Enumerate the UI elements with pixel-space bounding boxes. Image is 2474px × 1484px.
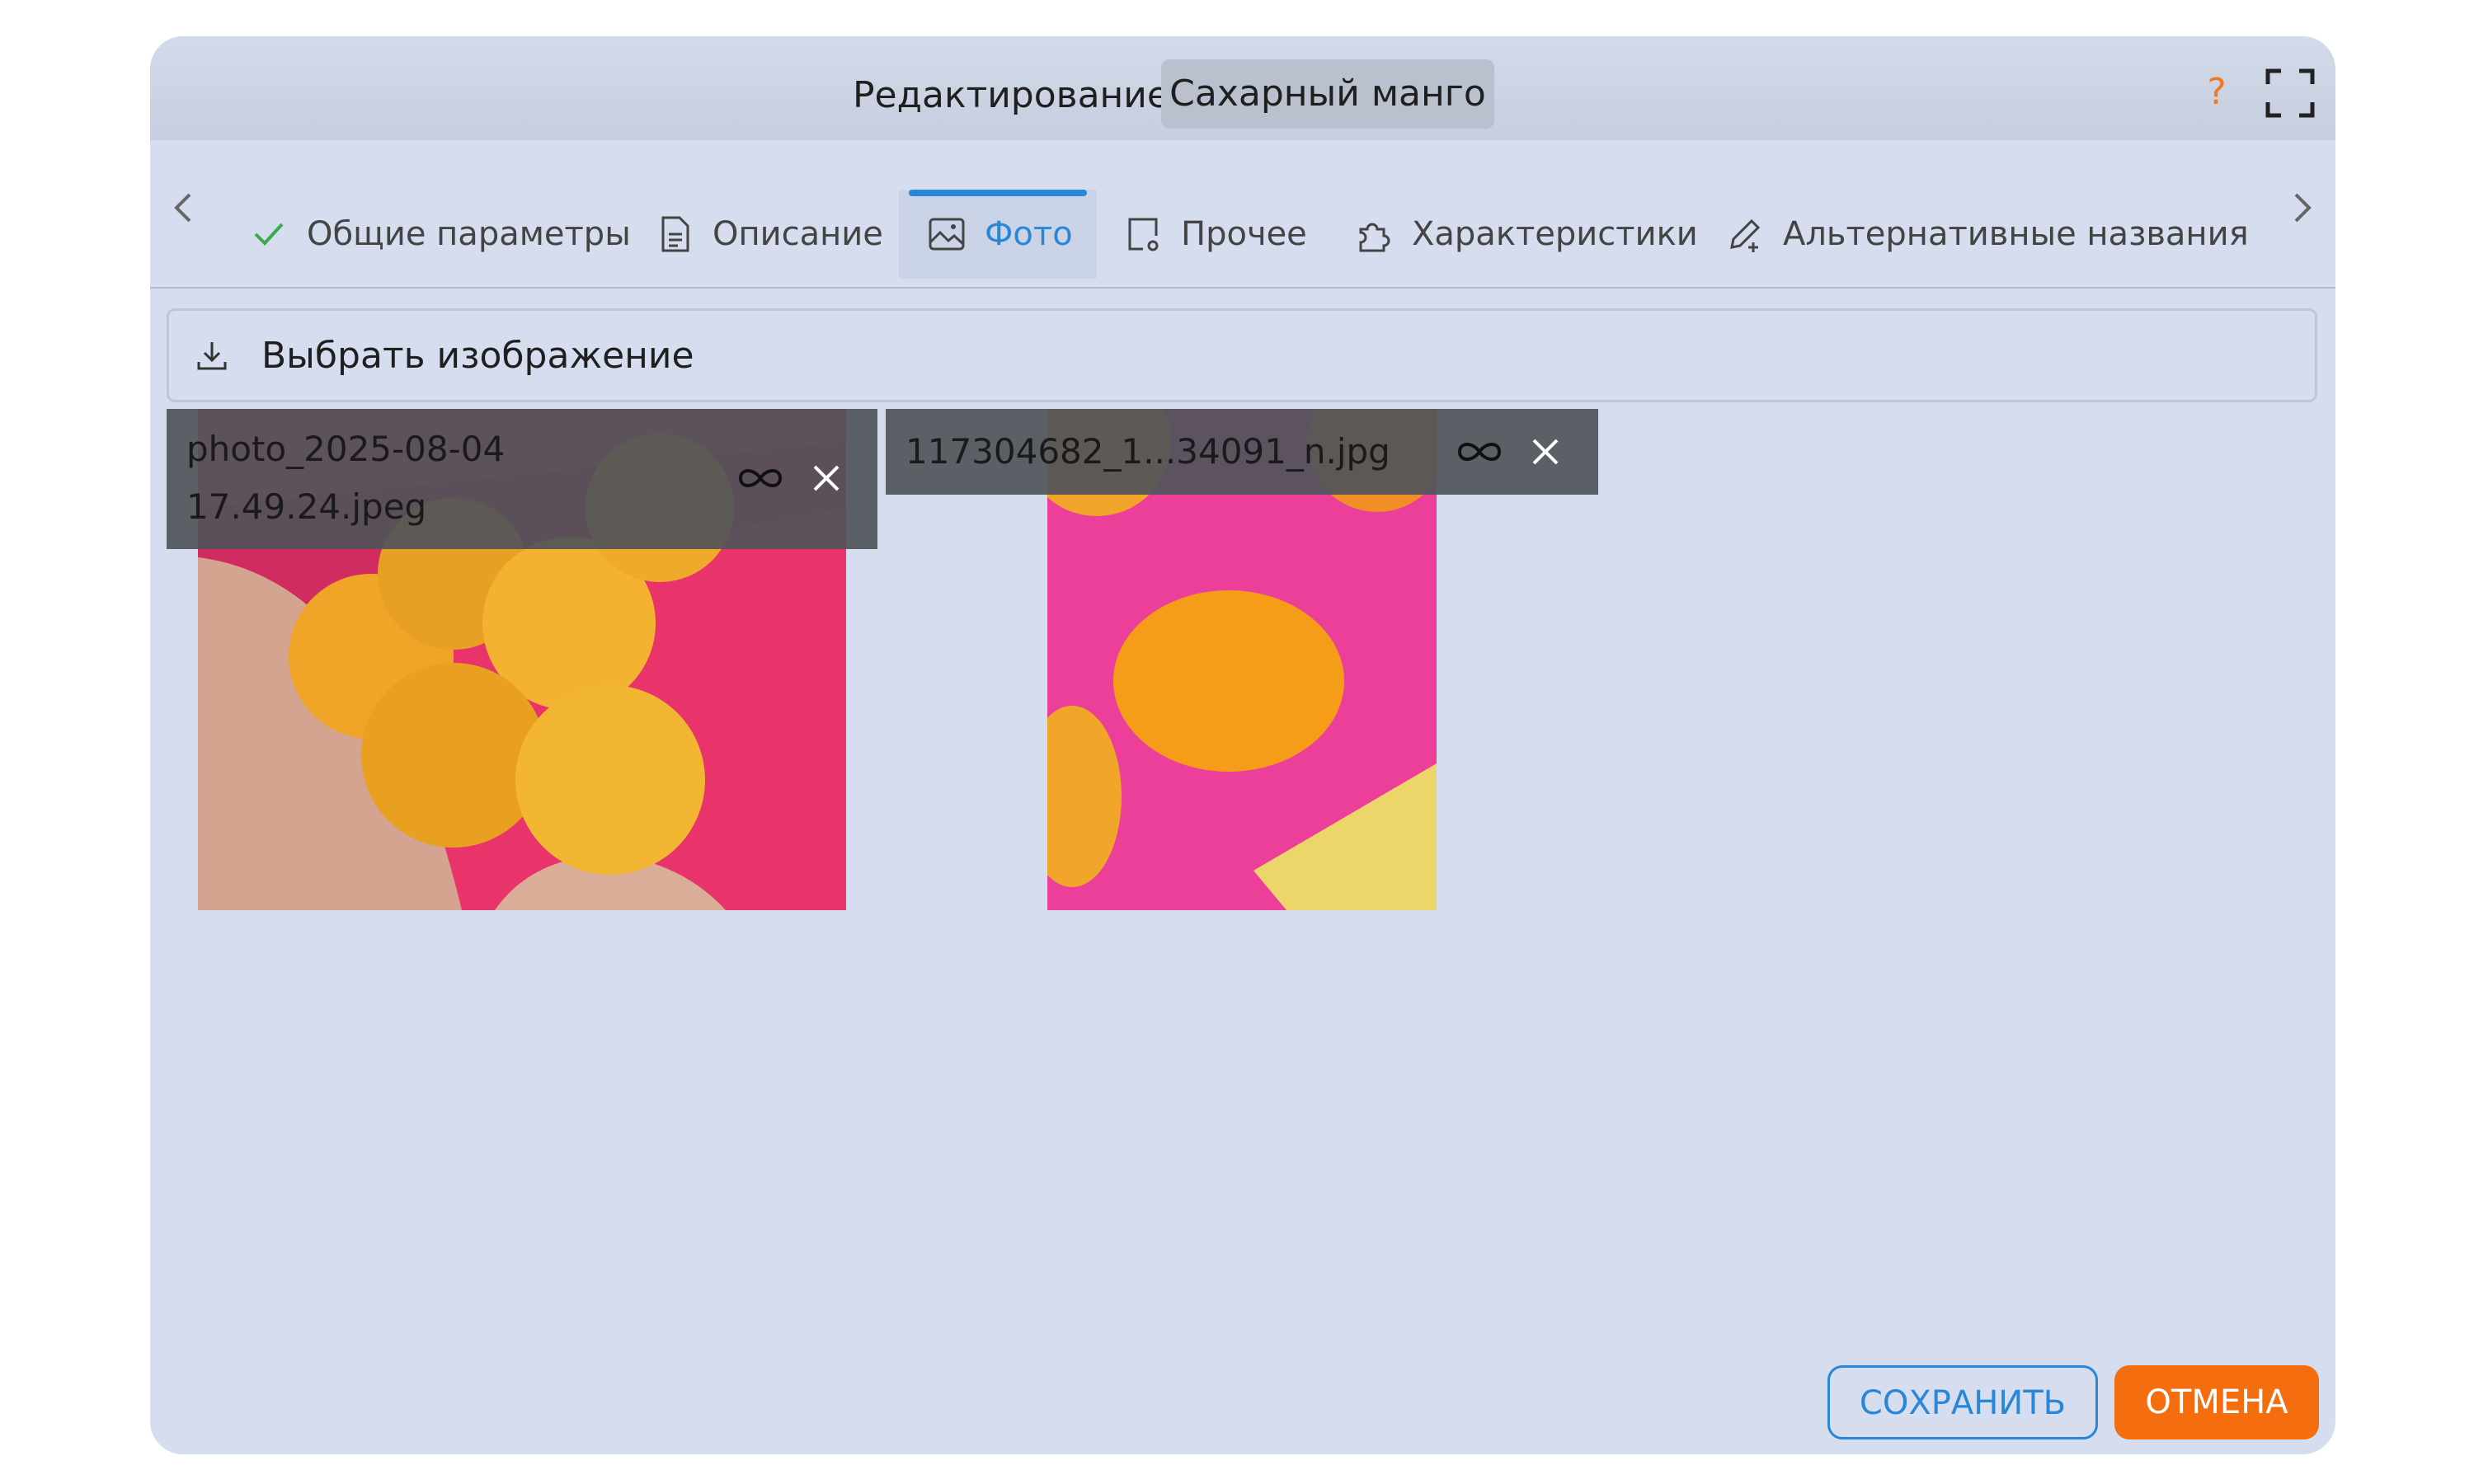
check-icon: [254, 223, 284, 246]
tab-label: Общие параметры: [307, 215, 631, 253]
photo-filename-line1: photo_2025-08-04: [186, 429, 506, 469]
tab-bar: Общие параметры Описание Фото Прочее Хар…: [150, 140, 2335, 289]
tab-label: Альтернативные названия: [1783, 215, 2249, 253]
edit-plus-icon: [1730, 218, 1761, 252]
chevron-right-icon[interactable]: [2286, 183, 2319, 232]
choose-image-button[interactable]: Выбрать изображение: [167, 308, 2317, 402]
help-icon[interactable]: ?: [2192, 68, 2241, 117]
tab-description[interactable]: Описание: [655, 190, 883, 279]
item-name-chip: Сахарный манго: [1161, 59, 1494, 129]
image-icon: [929, 218, 965, 251]
infinity-icon[interactable]: [736, 453, 785, 503]
dialog-title: Редактирование: [853, 74, 1169, 116]
tab-label: Фото: [985, 215, 1073, 253]
close-icon[interactable]: [802, 453, 851, 503]
tab-label: Описание: [713, 215, 883, 253]
tab-label: Характеристики: [1412, 215, 1698, 253]
photo-filename-line2: 17.49.24.jpeg: [186, 486, 427, 527]
choose-image-label: Выбрать изображение: [261, 334, 694, 377]
tab-alternative-names[interactable]: Альтернативные названия: [1725, 190, 2249, 279]
edit-dialog: Редактирование Сахарный манго ? Общие па…: [150, 36, 2335, 1454]
photo-caption-bar: photo_2025-08-04 17.49.24.jpeg: [167, 409, 877, 549]
dialog-titlebar: Редактирование Сахарный манго ?: [150, 36, 2335, 140]
infinity-icon[interactable]: [1455, 427, 1504, 477]
puzzle-icon: [1359, 223, 1390, 252]
document-icon: [661, 216, 689, 252]
photo-caption-bar: 117304682_1...34091_n.jpg: [886, 409, 1598, 495]
photo-filename: 117304682_1...34091_n.jpg: [905, 431, 1390, 472]
tab-other[interactable]: Прочее: [1123, 190, 1307, 279]
active-tab-indicator: [909, 190, 1087, 196]
cancel-button[interactable]: ОТМЕНА: [2114, 1365, 2319, 1439]
fullscreen-icon[interactable]: [2263, 66, 2317, 120]
tab-characteristics[interactable]: Характеристики: [1354, 190, 1698, 279]
chevron-left-icon[interactable]: [167, 183, 200, 232]
save-button[interactable]: СОХРАНИТЬ: [1827, 1365, 2098, 1439]
settings-page-icon: [1128, 218, 1159, 251]
download-icon: [197, 342, 227, 370]
close-icon[interactable]: [1521, 427, 1570, 477]
tab-general[interactable]: Общие параметры: [249, 190, 631, 279]
tab-photo[interactable]: Фото: [899, 190, 1097, 279]
tab-label: Прочее: [1181, 215, 1307, 253]
